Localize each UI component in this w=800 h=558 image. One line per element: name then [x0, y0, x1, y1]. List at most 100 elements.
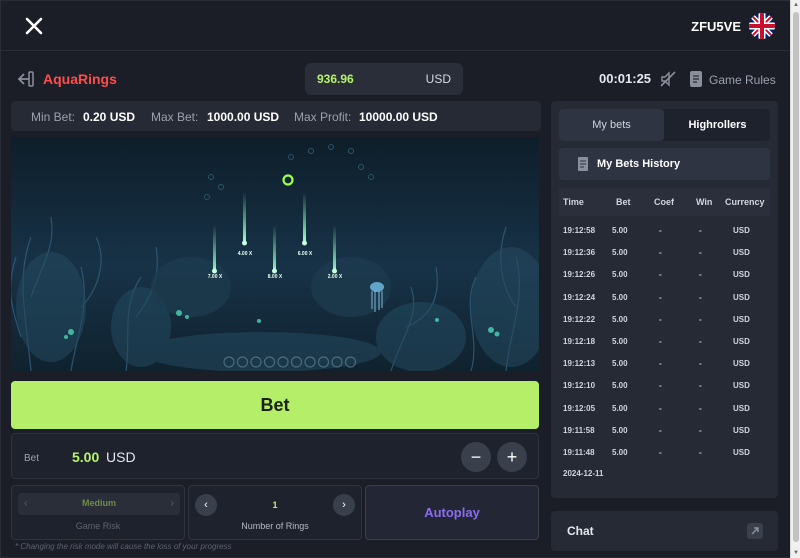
receipt-icon [578, 157, 588, 171]
game-risk-value: Medium [81, 498, 116, 508]
table-row: 19:12:18 5.00 - - USD [559, 331, 770, 353]
table-cell: 5.00 [612, 314, 628, 324]
bet-amount-label: Bet [24, 453, 40, 464]
risk-warning-note: * Changing the risk mode will cause the … [15, 542, 232, 551]
balance-box: 936.96 USD [305, 63, 463, 95]
table-cell: 19:12:05 [563, 403, 596, 413]
multiplier-needles [212, 192, 337, 274]
table-cell: USD [733, 425, 750, 435]
chevron-right-icon[interactable]: › [171, 498, 174, 509]
table-cell: 19:12:13 [563, 359, 596, 369]
table-cell: - [659, 270, 662, 280]
table-cell: USD [733, 270, 750, 280]
expand-icon[interactable] [746, 522, 764, 540]
bets-table-header: Time Bet Coef Win Currency [559, 188, 770, 216]
multiplier-2: 4.00 X [238, 251, 253, 257]
table-cell: - [699, 337, 702, 346]
my-bets-history-button[interactable]: My Bets History [559, 148, 770, 180]
bet-amount-value[interactable]: 5.00 [72, 449, 99, 465]
bet-limits-bar: Min Bet: 0.20 USD Max Bet: 1000.00 USD M… [11, 101, 541, 131]
table-row: 19:12:24 5.00 - - USD [559, 287, 770, 309]
bet-amount-currency: USD [106, 449, 136, 465]
my-bets-history-label: My Bets History [597, 158, 681, 170]
table-cell: - [699, 314, 702, 324]
top-bar: ZFU5VE [1, 1, 791, 51]
tab-highrollers[interactable]: Highrollers [665, 109, 770, 141]
multiplier-1: 7.00 X [208, 274, 223, 280]
table-cell: USD [733, 381, 750, 391]
table-cell: - [659, 359, 662, 369]
table-cell: 5.00 [612, 248, 628, 258]
table-cell: USD [733, 248, 750, 258]
game-risk-selector[interactable]: ‹ Medium › [18, 493, 180, 515]
table-cell: - [699, 425, 702, 435]
game-risk-label: Game Risk [75, 521, 121, 531]
scroll-up-icon[interactable]: ▲ [792, 1, 800, 9]
table-cell: 19:12:18 [563, 337, 596, 346]
table-cell: - [699, 270, 702, 280]
table-cell: - [699, 403, 702, 413]
table-cell: USD [733, 226, 750, 235]
col-bet: Bet [616, 197, 631, 207]
tab-my-bets[interactable]: My bets [559, 109, 664, 141]
table-cell: 5.00 [612, 226, 628, 235]
session-timer: 00:01:25 [599, 71, 652, 86]
table-cell: USD [733, 403, 750, 413]
rings-box: ‹ 1 › Number of Rings [188, 485, 362, 540]
scrollbar[interactable]: ▲ ▼ [790, 0, 800, 558]
col-currency: Currency [725, 197, 765, 207]
table-cell: 5.00 [612, 448, 628, 457]
min-bet-label: Min Bet: [31, 110, 76, 124]
underwater-scene: 7.00 X 4.00 X 8.00 X 6.00 X 2.00 X [11, 144, 539, 371]
table-cell: - [699, 226, 702, 235]
scrollbar-thumb[interactable] [793, 12, 799, 542]
table-cell: 5.00 [612, 359, 628, 369]
bets-panel: My bets Highrollers My Bets History Time… [551, 101, 778, 498]
rings-increase-button[interactable]: › [333, 494, 355, 516]
sound-off-icon[interactable] [659, 70, 677, 88]
table-cell: USD [733, 448, 750, 457]
table-cell: 19:12:26 [563, 270, 596, 280]
table-cell: - [699, 359, 702, 369]
col-coef: Coef [654, 197, 674, 207]
table-cell: USD [733, 359, 750, 369]
table-cell: 19:11:48 [563, 448, 595, 457]
multiplier-3: 8.00 X [268, 274, 283, 280]
multiplier-5: 2.00 X [328, 274, 343, 280]
uk-flag-icon[interactable] [749, 13, 775, 39]
bet-button[interactable]: Bet [11, 381, 539, 429]
table-cell: - [699, 448, 702, 457]
scroll-down-icon[interactable]: ▼ [792, 549, 800, 557]
game-scene[interactable]: 7.00 X 4.00 X 8.00 X 6.00 X 2.00 X [11, 137, 539, 371]
falling-ring [282, 174, 294, 186]
table-cell: 5.00 [612, 425, 628, 435]
decrease-bet-button[interactable]: − [461, 442, 491, 472]
game-header: AquaRings 936.96 USD 00:01:25 Game Rules [11, 63, 781, 97]
table-cell: - [699, 292, 702, 302]
close-icon[interactable] [23, 15, 45, 37]
game-rules-label: Game Rules [709, 73, 776, 87]
table-cell: 5.00 [612, 292, 628, 302]
table-cell: - [659, 248, 662, 258]
col-win: Win [696, 197, 713, 207]
username: ZFU5VE [691, 19, 741, 34]
table-cell: - [699, 248, 702, 258]
table-row: 19:11:48 5.00 - - USD [559, 442, 770, 464]
table-row: 19:12:13 5.00 - - USD [559, 353, 770, 375]
autoplay-button[interactable]: Autoplay [365, 485, 539, 540]
table-cell: 19:12:24 [563, 292, 596, 302]
game-window: ZFU5VE AquaRings 936.96 USD 00:01:25 Gam… [0, 0, 800, 558]
game-risk-box: ‹ Medium › Game Risk [11, 485, 185, 540]
table-cell: - [659, 448, 662, 457]
exit-icon[interactable] [15, 71, 35, 87]
max-bet-value: 1000.00 USD [207, 110, 280, 124]
table-cell: - [659, 381, 662, 391]
table-cell: - [659, 337, 662, 346]
table-cell: USD [733, 337, 750, 346]
rings-label: Number of Rings [241, 521, 309, 531]
bets-date: 2024-12-11 [563, 469, 604, 478]
increase-bet-button[interactable]: + [497, 442, 527, 472]
table-cell: - [699, 381, 702, 391]
chat-label: Chat [567, 524, 594, 538]
chat-bar[interactable]: Chat [551, 511, 778, 551]
